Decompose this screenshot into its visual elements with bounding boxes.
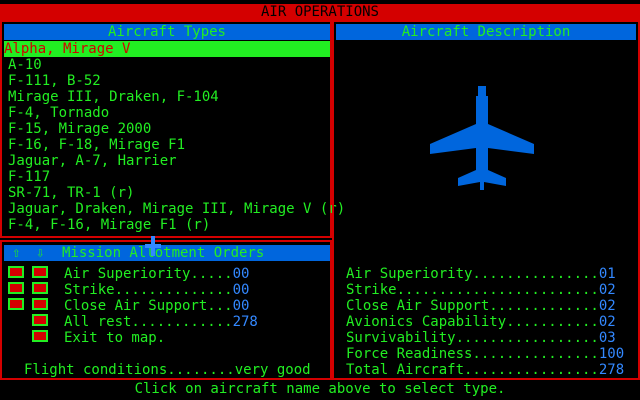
stat-label: Strike........................ — [346, 282, 599, 298]
stat-row: Close Air Support.............02 — [346, 298, 616, 314]
stat-label: Air Superiority............... — [346, 266, 599, 282]
flight-conditions: Flight conditions........very good — [24, 362, 311, 378]
mission-label: All rest............ — [64, 314, 233, 330]
mission-row-close-air-support: Close Air Support...00 — [64, 298, 249, 314]
aircraft-types-header: Aircraft Types — [4, 24, 330, 40]
stat-row: Force Readiness...............100 — [346, 346, 624, 362]
stat-row: Strike........................02 — [346, 282, 616, 298]
stat-value: 02 — [598, 314, 616, 330]
mission-row-exit-to-map[interactable]: Exit to map. — [64, 330, 165, 346]
aircraft-type-item[interactable]: F-4, F-16, Mirage F1 (r) — [8, 217, 210, 233]
aircraft-type-item[interactable]: Jaguar, Draken, Mirage III, Mirage V (r) — [8, 201, 345, 217]
mission-row-air-superiority: Air Superiority.....00 — [64, 266, 249, 282]
close-air-support-decrease-button[interactable] — [8, 298, 24, 310]
all-rest-button[interactable] — [32, 314, 48, 326]
stat-value: 02 — [598, 298, 616, 314]
mission-label: Strike.............. — [64, 282, 233, 298]
air-superiority-decrease-button[interactable] — [8, 266, 24, 278]
scroll-down-icon[interactable]: ⇩ — [36, 245, 44, 261]
stat-value: 278 — [598, 362, 625, 378]
stat-row: Total Aircraft................278 — [346, 362, 624, 378]
stat-row: Avionics Capability...........02 — [346, 314, 616, 330]
flight-conditions-value: very good — [234, 362, 311, 378]
mission-label: Exit to map. — [64, 330, 166, 346]
aircraft-type-item[interactable]: F-117 — [8, 169, 50, 185]
stat-value: 01 — [598, 266, 616, 282]
window-title: AIR OPERATIONS — [0, 4, 640, 20]
stat-label: Survivability................. — [346, 330, 599, 346]
mission-orders-title: Mission Allotment Orders — [62, 245, 265, 261]
aircraft-type-item[interactable]: Mirage III, Draken, F-104 — [8, 89, 219, 105]
stat-label: Force Readiness............... — [346, 346, 599, 362]
stat-label: Close Air Support............. — [346, 298, 599, 314]
stat-row: Survivability.................03 — [346, 330, 616, 346]
mission-label: Air Superiority..... — [64, 266, 233, 282]
strike-increase-button[interactable] — [32, 282, 48, 294]
aircraft-silhouette-icon — [430, 86, 534, 190]
mission-value: 00 — [232, 298, 250, 314]
air-superiority-increase-button[interactable] — [32, 266, 48, 278]
stat-label: Total Aircraft................ — [346, 362, 599, 378]
mission-label: Close Air Support... — [64, 298, 233, 314]
flight-conditions-label: Flight conditions........ — [24, 362, 235, 378]
stat-value: 03 — [598, 330, 616, 346]
stat-label: Avionics Capability........... — [346, 314, 599, 330]
mission-value: 278 — [232, 314, 258, 330]
stat-value: 02 — [598, 282, 616, 298]
mission-orders-header: ⇧ ⇩ Mission Allotment Orders — [4, 245, 330, 261]
aircraft-type-item[interactable]: F-111, B-52 — [8, 73, 101, 89]
crosshair-cursor-icon — [145, 236, 161, 256]
stat-value: 100 — [598, 346, 625, 362]
mission-value: 00 — [232, 282, 250, 298]
close-air-support-increase-button[interactable] — [32, 298, 48, 310]
mission-value: 00 — [232, 266, 250, 282]
stat-row: Air Superiority...............01 — [346, 266, 616, 282]
strike-decrease-button[interactable] — [8, 282, 24, 294]
scroll-up-icon[interactable]: ⇧ — [12, 245, 20, 261]
aircraft-type-item[interactable]: F-4, Tornado — [8, 105, 109, 121]
exit-to-map-button[interactable] — [32, 330, 48, 342]
aircraft-description-header: Aircraft Description — [336, 24, 636, 40]
aircraft-type-item[interactable]: F-15, Mirage 2000 — [8, 121, 151, 137]
aircraft-type-item[interactable]: A-10 — [8, 57, 42, 73]
aircraft-type-item[interactable]: Jaguar, A-7, Harrier — [8, 153, 177, 169]
aircraft-type-item[interactable]: SR-71, TR-1 (r) — [8, 185, 134, 201]
mission-row-all-rest: All rest............278 — [64, 314, 258, 330]
aircraft-type-item[interactable]: Alpha, Mirage V — [4, 41, 330, 57]
aircraft-type-item[interactable]: F-16, F-18, Mirage F1 — [8, 137, 185, 153]
mission-row-strike: Strike..............00 — [64, 282, 249, 298]
status-message: Click on aircraft name above to select t… — [134, 381, 506, 397]
